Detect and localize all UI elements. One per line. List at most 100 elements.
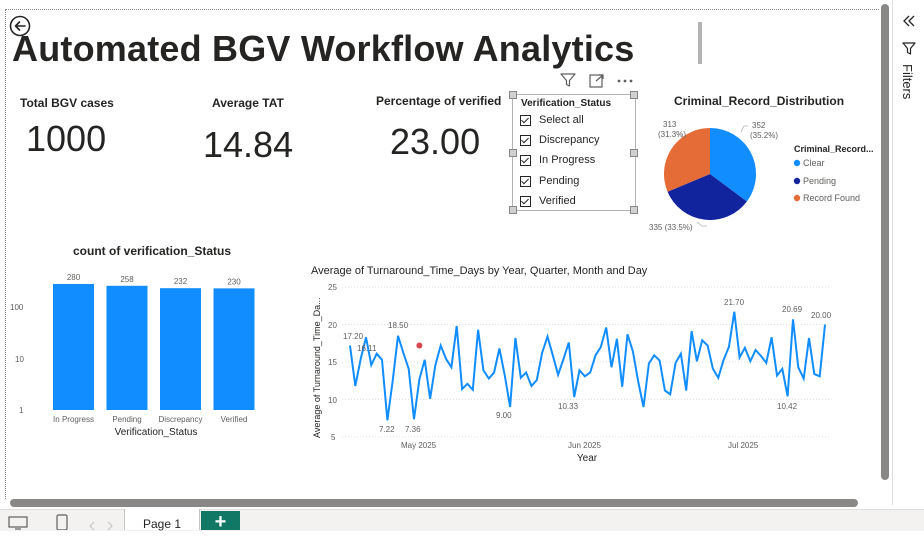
bar-discrepancy[interactable] [160,288,201,410]
tab-page-1[interactable]: Page 1 [124,509,200,531]
kpi-verified-label: Percentage of verified [376,94,502,108]
legend-dot-clear [793,159,801,167]
line-ytick-15: 15 [328,358,337,367]
legend-pending: Pending [803,176,836,186]
annotation-17-20: 17.20 [343,332,364,341]
bar-pending[interactable] [106,285,148,410]
filters-pane-collapsed[interactable]: Filters [892,0,924,505]
turnaround-line-chart[interactable]: Average of Turnaround_Time_Da... 25 20 1… [308,278,838,466]
desktop-view-icon[interactable] [8,516,28,535]
slicer-item-in-progress[interactable]: In Progress [520,151,595,169]
slicer-item-label: In Progress [539,154,596,166]
bar-value-label: 258 [120,275,134,284]
line-xtick-may: May 2025 [401,441,437,450]
checkbox-checked-icon[interactable] [520,175,531,187]
slicer-title: Verification_Status [521,98,612,109]
line-xlabel: Year [577,453,598,464]
bar-category-label: Pending [112,415,141,424]
annotation-10-42: 10.42 [777,402,798,411]
annotation-18-50: 18.50 [388,321,409,330]
filters-label[interactable]: Filters [900,64,915,99]
bar-in-progress[interactable] [53,283,94,410]
vertical-scrollbar[interactable] [881,4,889,480]
line-xtick-jul: Jul 2025 [728,441,759,450]
expand-pane-icon[interactable] [902,14,916,32]
slicer-item-label: Verified [539,195,576,207]
bar-ytick-1: 1 [19,406,24,415]
bar-value-label: 232 [174,277,188,286]
mobile-view-icon[interactable] [56,514,68,535]
annotation-7-36: 7.36 [405,425,421,434]
pie-pct-clear: (35.2%) [750,131,778,140]
checkbox-checked-icon[interactable] [520,114,531,126]
bar-category-label: Discrepancy [158,415,202,424]
checkbox-checked-icon[interactable] [520,134,531,146]
verification-status-bar-chart[interactable]: 100 10 1 280 In Progress 258 Pending 232 Disc… [8,262,268,440]
resize-handle[interactable] [509,91,517,99]
annotation-16-11: 16.11 [357,344,377,353]
resize-handle[interactable] [630,91,638,99]
checkbox-checked-icon[interactable] [520,154,531,166]
resize-handle[interactable] [630,206,638,214]
annotation-20-69: 20.69 [782,305,803,314]
slicer-item-discrepancy[interactable]: Discrepancy [520,131,600,149]
resize-handle[interactable] [509,206,517,214]
line-ytick-5: 5 [331,433,336,442]
checkbox-checked-icon[interactable] [520,195,531,207]
bar-verified[interactable] [213,288,255,410]
annotation-20-00: 20.00 [811,311,832,320]
filter-icon[interactable] [560,73,576,92]
criminal-record-pie-chart[interactable]: 313 (31.3%) 352 (35.2%) 335 (33.5%) Crim… [640,112,890,238]
filter-pane-icon[interactable] [902,42,916,61]
line-xtick-jun: Jun 2025 [568,441,601,450]
slicer-item-pending[interactable]: Pending [520,172,579,190]
slicer-item-select-all[interactable]: Select all [520,111,584,129]
line-chart-title: Average of Turnaround_Time_Days by Year,… [311,265,648,277]
focus-mode-icon[interactable] [589,74,605,93]
prev-page-icon[interactable] [88,518,96,536]
bar-value-label: 280 [67,273,81,282]
slicer-item-label: Pending [539,175,580,187]
kpi-tat-label: Average TAT [212,96,284,110]
kpi-total-label: Total BGV cases [20,96,114,110]
legend-record-found: Record Found [803,193,860,203]
line-series[interactable] [349,311,826,421]
legend-dot-pending [793,177,801,185]
pie-label-record-found: 313 [663,120,677,129]
line-ytick-10: 10 [328,396,337,405]
highlighted-point[interactable] [416,342,423,349]
resize-handle[interactable] [630,149,638,157]
resize-handle[interactable] [509,149,517,157]
annotation-7-22: 7.22 [379,425,395,434]
legend-clear: Clear [803,158,825,168]
legend-dot-record-found [793,194,801,202]
bar-value-label: 230 [227,277,241,286]
kpi-tat-value: 14.84 [203,124,294,165]
bar-ytick-100: 100 [10,303,24,312]
next-page-icon[interactable] [106,518,114,536]
more-options-icon[interactable] [616,74,634,92]
pie-pct-record-found: (31.3%) [658,130,686,139]
pie-label-clear: 352 [752,121,766,130]
horizontal-scrollbar[interactable] [10,499,858,507]
kpi-verified-value: 23.00 [390,121,481,162]
report-title: Automated BGV Workflow Analytics [12,28,635,69]
bar-ytick-10: 10 [15,355,24,364]
pie-chart-title: Criminal_Record_Distribution [674,94,845,108]
text-cursor [698,22,702,64]
add-page-button[interactable]: + [201,511,240,533]
bar-xlabel: Verification_Status [115,427,198,438]
line-ylabel: Average of Turnaround_Time_Da... [312,297,322,438]
line-ytick-20: 20 [328,321,337,330]
line-ytick-25: 25 [328,283,337,292]
bar-category-label: In Progress [53,415,94,424]
annotation-10-33: 10.33 [558,402,579,411]
verification-status-slicer[interactable]: Verification_Status Select all Discrepan… [512,94,636,211]
slicer-item-label: Select all [539,114,584,126]
bar-category-label: Verified [221,415,248,424]
bar-chart-title: count of verification_Status [73,244,232,258]
slicer-item-label: Discrepancy [539,134,600,146]
pie-label-pending: 335 (33.5%) [649,223,693,232]
pie-legend-title: Criminal_Record... [794,144,874,154]
slicer-item-verified[interactable]: Verified [520,192,576,210]
